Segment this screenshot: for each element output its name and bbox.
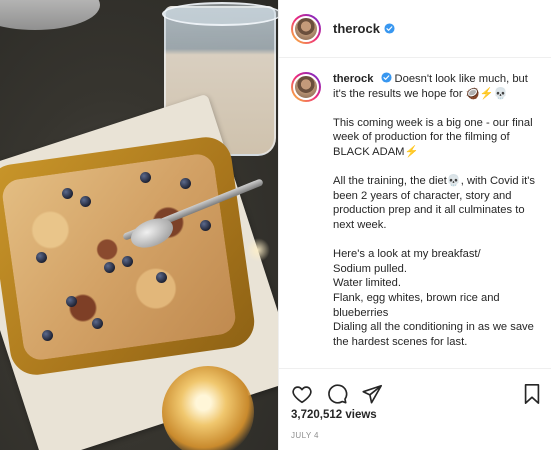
berry-decor: [200, 220, 211, 231]
caption-avatar[interactable]: [291, 72, 321, 102]
verified-badge-icon: [384, 23, 395, 34]
caption-text-3: All the training, the diet💀, with Covid …: [333, 175, 535, 231]
author-username[interactable]: therock: [333, 21, 380, 36]
candle-decor: [162, 366, 254, 450]
bookmark-icon[interactable]: [522, 383, 542, 405]
caption-text-4: Here's a look at my breakfast/ Sodium pu…: [333, 248, 534, 348]
post-header: therock: [279, 0, 551, 58]
berry-decor: [42, 330, 53, 341]
action-icons: [291, 383, 383, 405]
view-count[interactable]: 3,720,512 views: [291, 409, 377, 421]
verified-badge-icon: [380, 72, 392, 83]
berry-decor: [180, 178, 191, 189]
bowl-decor: [0, 0, 100, 30]
berry-decor: [36, 252, 47, 263]
comment-icon[interactable]: [326, 383, 348, 405]
berry-decor: [80, 196, 91, 207]
light-decor: [246, 238, 270, 262]
bookmark-button[interactable]: [522, 383, 542, 405]
post-caption: therock Doesn't look like much, but it's…: [291, 72, 543, 349]
berry-decor: [104, 262, 115, 273]
caption-username[interactable]: therock: [333, 73, 373, 85]
berry-decor: [92, 318, 103, 329]
berry-decor: [62, 188, 73, 199]
post-panel: therock therock Doesn't look like much, …: [278, 0, 551, 450]
post-actions: 3,720,512 views JULY 4: [279, 368, 551, 448]
author-avatar[interactable]: [291, 13, 321, 44]
berry-decor: [122, 256, 133, 267]
share-icon[interactable]: [361, 383, 383, 405]
berry-decor: [156, 272, 167, 283]
heart-icon[interactable]: [291, 383, 313, 405]
berry-decor: [140, 172, 151, 183]
post-date[interactable]: JULY 4: [291, 431, 319, 440]
berry-decor: [66, 296, 77, 307]
post-photo[interactable]: [0, 0, 278, 450]
caption-body: therock Doesn't look like much, but it's…: [333, 72, 543, 349]
instagram-post: therock therock Doesn't look like much, …: [0, 0, 551, 450]
caption-text-2: This coming week is a big one - our fina…: [333, 116, 533, 158]
